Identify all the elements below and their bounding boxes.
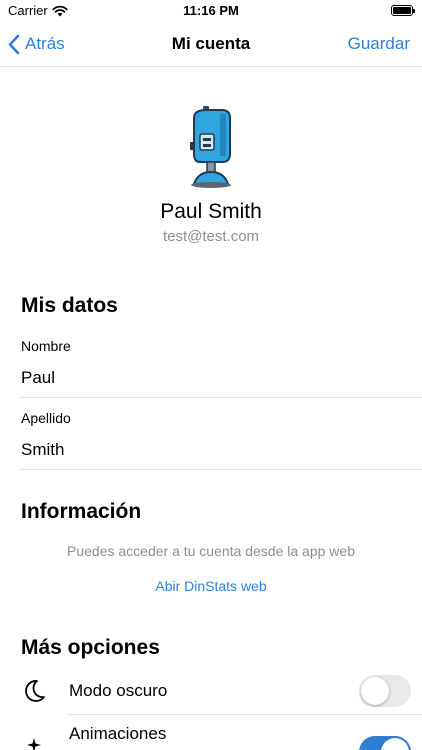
save-button[interactable]: Guardar	[348, 22, 410, 66]
open-web-link[interactable]: Abir DinStats web	[0, 578, 422, 594]
robot-avatar-icon	[190, 106, 231, 188]
info-text: Puedes acceder a tu cuenta desde la app …	[67, 543, 355, 559]
section-title-more-options: Más opciones	[21, 636, 160, 659]
divider	[21, 469, 422, 470]
status-time: 11:16 PM	[183, 3, 239, 18]
my-account-screen: Carrier 11:16 PM Atrás Mi cuenta Guardar	[0, 0, 422, 750]
avatar[interactable]	[186, 106, 238, 188]
profile-email: test@test.com	[162, 228, 260, 245]
moon-icon	[21, 678, 47, 704]
first-name-field[interactable]	[21, 368, 401, 388]
dark-mode-toggle[interactable]	[359, 675, 411, 707]
section-title-my-data: Mis datos	[21, 294, 118, 317]
last-name-label: Apellido	[21, 410, 71, 426]
navigation-bar: Atrás Mi cuenta Guardar	[0, 22, 422, 67]
animations-label: Animaciones	[69, 724, 167, 743]
divider	[69, 714, 422, 715]
divider	[21, 397, 422, 398]
first-name-label: Nombre	[21, 338, 71, 354]
sparkles-icon	[21, 736, 47, 750]
toggle-knob	[381, 738, 409, 750]
status-bar: Carrier 11:16 PM	[0, 0, 422, 22]
battery-icon	[391, 5, 415, 16]
profile-name: Paul Smith	[160, 200, 262, 223]
section-title-information: Información	[21, 500, 142, 523]
toggle-knob	[361, 677, 389, 705]
dark-mode-label: Modo oscuro	[69, 681, 168, 700]
animations-toggle[interactable]	[359, 736, 411, 750]
last-name-field[interactable]	[21, 440, 401, 460]
